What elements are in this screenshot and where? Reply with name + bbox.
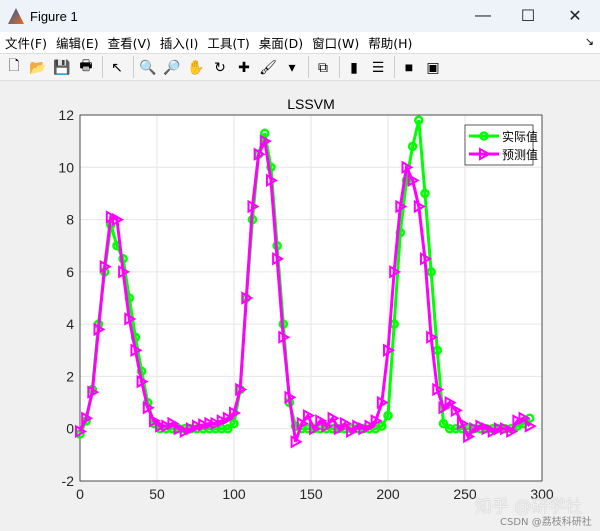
x-tick-label: 250	[453, 486, 477, 502]
print-icon[interactable]: 🖶	[75, 56, 97, 78]
menu-bar: 文件(F) 编辑(E) 查看(V) 插入(I) 工具(T) 桌面(D) 窗口(W) 帮助(H)…	[0, 32, 600, 53]
toolbar-separator	[102, 56, 103, 78]
pan-icon[interactable]: ✋	[185, 56, 207, 78]
y-tick-label: 4	[66, 316, 74, 332]
save-icon[interactable]: 💾	[51, 56, 73, 78]
title-bar: Figure 1 — ☐ ✕	[0, 0, 600, 32]
menu-item-0[interactable]: 文件(F)	[5, 33, 47, 52]
menu-item-5[interactable]: 桌面(D)	[259, 33, 303, 52]
menu-item-1[interactable]: 编辑(E)	[56, 33, 99, 52]
toolbar-separator	[394, 56, 395, 78]
rotate-icon[interactable]: ↻	[209, 56, 231, 78]
brush-dropdown-icon[interactable]: ▾	[281, 56, 303, 78]
toolbar-separator	[339, 56, 340, 78]
y-tick-label: 0	[66, 421, 74, 437]
y-tick-label: 12	[58, 107, 74, 123]
y-tick-label: 10	[58, 159, 74, 175]
minimize-button[interactable]: —	[460, 0, 506, 32]
x-tick-label: 100	[222, 486, 246, 502]
toolbar-separator	[308, 56, 309, 78]
show-plot-tools-icon[interactable]: ▣	[422, 56, 444, 78]
close-button[interactable]: ✕	[552, 0, 598, 32]
legend-label: 预测值	[502, 147, 538, 162]
y-tick-label: 2	[66, 368, 74, 384]
matlab-icon	[8, 8, 24, 24]
menu-item-3[interactable]: 插入(I)	[160, 33, 198, 52]
new-figure-icon[interactable]: 🗋	[3, 56, 25, 78]
plot-area: 0 50 100 150 200 250 300-2024681012LSSVM实际值预测值	[58, 96, 553, 502]
zoom-in-icon[interactable]: 🔍	[137, 56, 159, 78]
dock-icon[interactable]: ↘	[585, 35, 594, 48]
pointer-icon[interactable]: ↖	[106, 56, 128, 78]
menu-item-6[interactable]: 窗口(W)	[312, 33, 359, 52]
x-tick-label: 0	[76, 486, 84, 502]
y-tick-label: 8	[66, 212, 74, 228]
open-icon[interactable]: 📂	[27, 56, 49, 78]
colorbar-icon[interactable]: ▮	[343, 56, 365, 78]
x-tick-label: 200	[376, 486, 400, 502]
menu-item-4[interactable]: 工具(T)	[207, 33, 249, 52]
legend-label: 实际值	[502, 129, 538, 144]
window-title: Figure 1	[30, 8, 78, 24]
link-plot-icon[interactable]: ⧉	[312, 56, 334, 78]
y-tick-label: 6	[66, 264, 74, 280]
x-tick-label: 150	[299, 486, 323, 502]
watermark-csdn: CSDN @荔枝科研社	[500, 517, 592, 528]
x-tick-label: 50	[149, 486, 165, 502]
data-cursor-icon[interactable]: ✚	[233, 56, 255, 78]
y-tick-label: -2	[62, 473, 75, 489]
legend-icon[interactable]: ☰	[367, 56, 389, 78]
zoom-out-icon[interactable]: 🔎	[161, 56, 183, 78]
chart-title: LSSVM	[287, 96, 334, 112]
maximize-button[interactable]: ☐	[505, 0, 551, 32]
menu-item-2[interactable]: 查看(V)	[108, 33, 151, 52]
hide-plot-tools-icon[interactable]: ■	[398, 56, 420, 78]
toolbar-separator	[133, 56, 134, 78]
brush-icon[interactable]: 🖌	[257, 56, 279, 78]
menu-item-7[interactable]: 帮助(H)	[368, 33, 412, 52]
toolbar: 🗋 📂 💾 🖶 ↖ 🔍 🔎 ✋ ↻ ✚ 🖌 ▾ ⧉ ▮ ☰ ■ ▣	[0, 53, 600, 81]
